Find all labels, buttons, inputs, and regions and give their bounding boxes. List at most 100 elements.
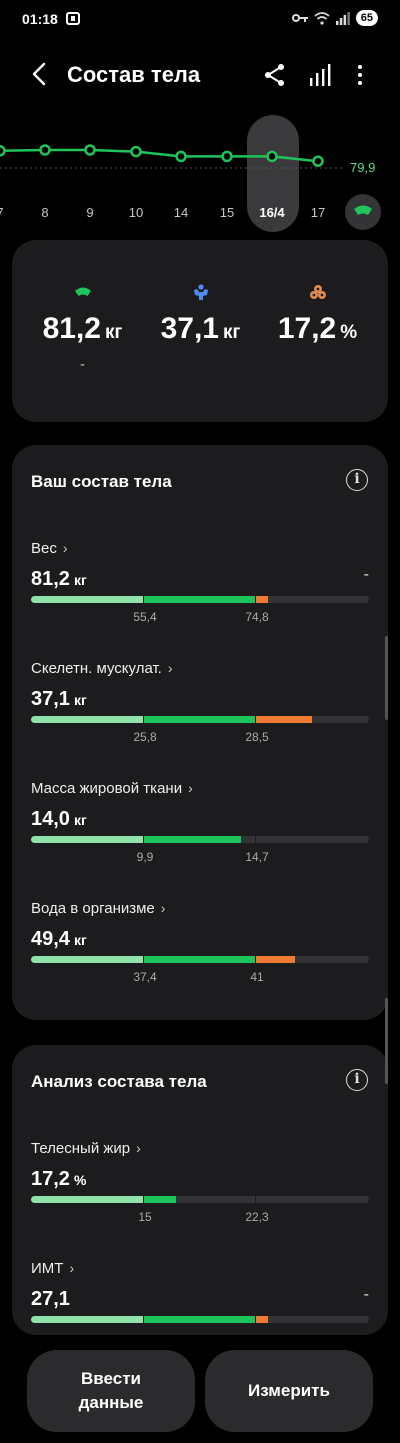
trend-line-svg bbox=[0, 144, 345, 169]
range-segment-low bbox=[31, 836, 143, 843]
x-axis-label[interactable]: 17 bbox=[311, 205, 325, 220]
analysis-card: Анализ состава тела Телесный жир› 17,2% 15… bbox=[12, 1045, 388, 1335]
metric-range-bar bbox=[31, 1196, 369, 1203]
info-icon[interactable] bbox=[346, 469, 368, 491]
range-tick bbox=[255, 956, 256, 963]
range-tick bbox=[255, 1196, 256, 1203]
info-icon[interactable] bbox=[346, 1069, 368, 1091]
analysis-title: Анализ состава тела bbox=[31, 1072, 207, 1091]
metric-threshold-low: 55,4 bbox=[133, 610, 157, 624]
range-segment-norm bbox=[143, 1196, 177, 1203]
trend-point[interactable] bbox=[175, 150, 187, 163]
metric-value: 37,1 bbox=[31, 688, 70, 710]
x-axis-label[interactable]: 15 bbox=[220, 205, 234, 220]
x-axis-label[interactable]: 16/4 bbox=[259, 205, 284, 220]
range-tick bbox=[143, 956, 144, 963]
metric-row[interactable]: Телесный жир › 17,2% 15 22,3 bbox=[31, 1140, 369, 1240]
metric-label[interactable]: Масса жировой ткани › bbox=[31, 780, 193, 797]
metric-label[interactable]: Скелетн. мускулат. › bbox=[31, 660, 173, 677]
metric-threshold-low: 9,9 bbox=[136, 850, 154, 864]
trend-last-value: 79,9 bbox=[350, 160, 376, 175]
metric-value: 27,1 bbox=[31, 1288, 70, 1310]
metric-range-bar bbox=[31, 596, 369, 603]
trend-point[interactable] bbox=[312, 155, 324, 167]
range-segment-low bbox=[31, 716, 143, 723]
metric-label[interactable]: Вес › bbox=[31, 540, 68, 557]
range-segment-high bbox=[255, 596, 268, 603]
metric-row[interactable]: Вес › 81,2 кг - 55,4 74,8 bbox=[31, 540, 369, 640]
composition-card: Ваш состав тела Вес›81,2кг-55,474,8Скеле… bbox=[12, 445, 388, 1020]
muscle-icon bbox=[193, 284, 208, 300]
trend-point[interactable] bbox=[39, 144, 51, 156]
metric-threshold-high: 74,8 bbox=[245, 610, 269, 624]
scrollbar-thumb[interactable] bbox=[385, 636, 388, 720]
range-tick bbox=[255, 836, 256, 843]
range-tick bbox=[143, 596, 144, 603]
range-segment-high bbox=[255, 1316, 268, 1323]
summary-weight-change: - bbox=[80, 356, 85, 373]
trend-point[interactable] bbox=[266, 150, 278, 163]
chevron-right-icon: › bbox=[136, 1140, 141, 1156]
chevron-right-icon: › bbox=[69, 1260, 75, 1276]
back-button[interactable] bbox=[26, 60, 54, 88]
summary-fat-unit: % bbox=[340, 322, 358, 343]
metric-change: - bbox=[363, 566, 369, 583]
metric-label[interactable]: Вода в организме › bbox=[31, 900, 165, 917]
x-axis-label[interactable]: 10 bbox=[129, 205, 143, 220]
x-axis-label[interactable]: 8 bbox=[41, 205, 48, 220]
metric-label[interactable]: Телесный жир › bbox=[31, 1140, 141, 1157]
range-segment-high bbox=[255, 716, 312, 723]
measure-label: Измерить bbox=[248, 1381, 330, 1400]
range-segment-norm bbox=[143, 596, 255, 603]
range-segment-low bbox=[31, 596, 143, 603]
x-axis-label[interactable]: 14 bbox=[174, 205, 188, 220]
chart-view-button[interactable] bbox=[307, 62, 333, 88]
fat-cells-icon bbox=[309, 285, 326, 299]
metric-row[interactable]: Вода в организме › 49,4 кг 37,4 41 bbox=[31, 900, 369, 1000]
metric-range-bar bbox=[31, 836, 369, 843]
chevron-right-icon: › bbox=[188, 780, 193, 796]
status-icons: 65 bbox=[291, 10, 378, 26]
chevron-right-icon: › bbox=[167, 660, 173, 676]
weight-trend-chart[interactable]: 79,9 7 8 9 10 14 15 16/4 17 bbox=[0, 110, 400, 235]
metric-threshold-low: 15 bbox=[138, 1210, 152, 1224]
chevron-right-icon: › bbox=[62, 540, 68, 556]
weight-scale-icon bbox=[74, 287, 91, 296]
metric-value: 81,2 bbox=[31, 568, 70, 590]
weight-scale-button[interactable] bbox=[345, 194, 381, 230]
trend-point[interactable] bbox=[0, 145, 6, 157]
share-button[interactable] bbox=[262, 62, 288, 88]
range-segment-low bbox=[31, 1196, 143, 1203]
metric-label[interactable]: ИМТ › bbox=[31, 1260, 74, 1277]
range-tick bbox=[255, 716, 256, 723]
x-axis-label[interactable]: 9 bbox=[86, 205, 93, 220]
metric-row[interactable]: ИМТ › 27,1 - bbox=[31, 1260, 369, 1335]
x-axis-label[interactable]: 7 bbox=[0, 205, 4, 220]
scrollbar-thumb[interactable] bbox=[385, 998, 388, 1084]
range-segment-high bbox=[255, 956, 295, 963]
range-segment-norm bbox=[143, 956, 255, 963]
more-options-button[interactable] bbox=[350, 62, 370, 88]
summary-card: 81,2 кг 37,1 кг 17,2% - bbox=[12, 240, 388, 422]
range-segment-low bbox=[31, 956, 143, 963]
measure-button[interactable]: Измерить bbox=[205, 1350, 373, 1432]
trend-point[interactable] bbox=[221, 150, 233, 163]
summary-weight[interactable]: 81,2 кг bbox=[20, 284, 145, 346]
metric-row[interactable]: Масса жировой ткани › 14,0 кг 9,9 14,7 bbox=[31, 780, 369, 880]
trend-point[interactable] bbox=[84, 144, 96, 156]
summary-fat[interactable]: 17,2% bbox=[255, 284, 380, 346]
metric-unit: % bbox=[73, 1172, 87, 1188]
metric-range-bar bbox=[31, 1316, 369, 1323]
summary-muscle[interactable]: 37,1 кг bbox=[138, 284, 263, 346]
summary-muscle-value: 37,1 bbox=[160, 312, 219, 345]
status-bar: 01:18 65 bbox=[0, 0, 400, 38]
metric-range-bar bbox=[31, 956, 369, 963]
chevron-right-icon: › bbox=[160, 900, 166, 916]
enter-data-button[interactable]: Ввести данные bbox=[27, 1350, 195, 1432]
status-time: 01:18 bbox=[22, 11, 58, 27]
metric-change: - bbox=[363, 1286, 369, 1303]
range-tick bbox=[255, 596, 256, 603]
range-tick bbox=[143, 836, 144, 843]
metric-row[interactable]: Скелетн. мускулат. › 37,1 кг 25,8 28,5 bbox=[31, 660, 369, 760]
trend-point[interactable] bbox=[130, 145, 142, 158]
